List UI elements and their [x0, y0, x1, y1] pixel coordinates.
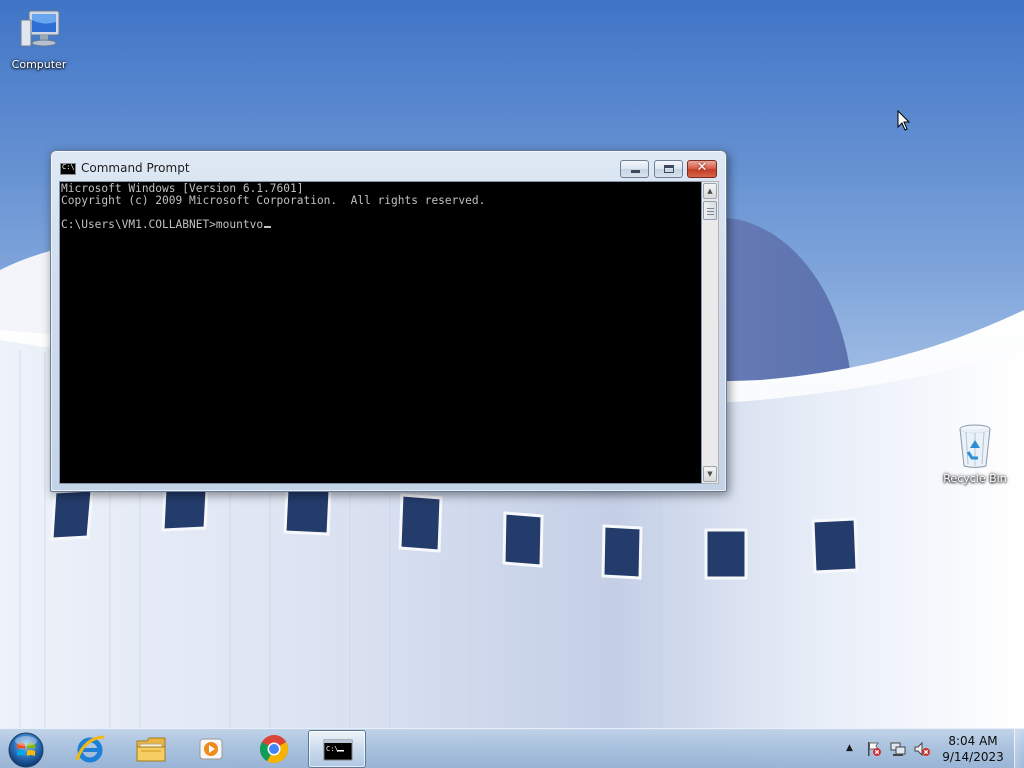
taskbar-windows-media-player[interactable]	[182, 730, 240, 768]
close-icon: ✕	[696, 160, 708, 175]
clock[interactable]: 8:04 AM 9/14/2023	[930, 733, 1016, 765]
clock-time: 8:04 AM	[948, 734, 998, 748]
network-icon[interactable]	[890, 741, 906, 757]
vertical-scrollbar[interactable]: ▲ ▼	[702, 181, 719, 484]
cmd-icon: C:\	[60, 163, 76, 175]
svg-text:C:\: C:\	[326, 745, 339, 753]
cmd-icon: C:\	[323, 739, 353, 761]
desktop-icon-computer[interactable]: Computer	[1, 8, 77, 71]
media-player-icon	[199, 738, 223, 760]
cmd-icon-text: C:\	[62, 163, 75, 171]
command-prompt-window[interactable]: C:\ Command Prompt ✕ Microsoft Windows […	[50, 150, 727, 492]
scroll-up-button[interactable]: ▲	[703, 183, 717, 199]
recycle-bin-icon	[951, 422, 999, 470]
mouse-pointer-icon	[897, 109, 911, 135]
minimize-button[interactable]	[620, 160, 649, 178]
close-button[interactable]: ✕	[687, 160, 717, 178]
windows-orb-icon	[8, 732, 44, 768]
window-title: Command Prompt	[81, 161, 190, 175]
console-output[interactable]: Microsoft Windows [Version 6.1.7601] Copy…	[59, 181, 702, 484]
taskbar-google-chrome[interactable]	[245, 730, 303, 768]
taskbar-command-prompt[interactable]: C:\	[308, 730, 366, 768]
show-desktop-button[interactable]	[1014, 729, 1024, 768]
volume-muted-icon[interactable]	[914, 741, 930, 757]
window-titlebar[interactable]: C:\ Command Prompt ✕	[51, 151, 726, 181]
desktop-icon-label: Computer	[11, 58, 67, 71]
taskbar-internet-explorer[interactable]	[61, 730, 119, 768]
system-tray: ▲ 8:04 AM 9/14/2023	[840, 729, 1024, 768]
folder-icon	[136, 737, 166, 762]
taskbar: C:\ ▲ 8:04 AM 9/14/2023	[0, 728, 1024, 768]
internet-explorer-icon	[75, 735, 105, 763]
arrow-down-icon: ▼	[707, 470, 713, 478]
arrow-up-icon: ▲	[707, 187, 713, 195]
console-prompt-line: C:\Users\VM1.COLLABNET>mountvo	[61, 219, 701, 231]
computer-icon	[15, 8, 63, 56]
text-cursor	[264, 226, 272, 228]
maximize-icon	[664, 165, 674, 173]
minimize-icon	[631, 170, 640, 173]
maximize-button[interactable]	[654, 160, 683, 178]
desktop-icon-recycle-bin[interactable]: Recycle Bin	[937, 422, 1013, 485]
action-center-flag-icon[interactable]	[866, 741, 882, 757]
clock-date: 9/14/2023	[942, 750, 1004, 764]
scrollbar-thumb[interactable]	[703, 201, 717, 220]
console-command-text: C:\Users\VM1.COLLABNET>mountvo	[61, 218, 264, 231]
show-hidden-icons-button[interactable]: ▲	[846, 743, 853, 753]
desktop-icon-label: Recycle Bin	[943, 472, 1007, 485]
start-button[interactable]	[6, 731, 46, 768]
taskbar-windows-explorer[interactable]	[122, 730, 180, 768]
chrome-icon	[260, 735, 288, 763]
scroll-down-button[interactable]: ▼	[703, 466, 717, 482]
console-line: Copyright (c) 2009 Microsoft Corporation…	[61, 194, 486, 207]
